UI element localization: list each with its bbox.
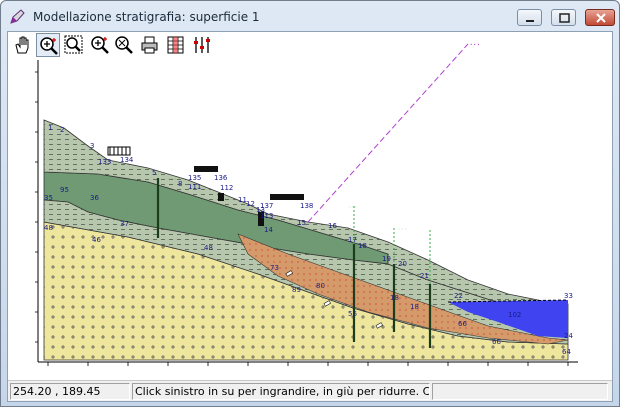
svg-text:2: 2 [60,126,64,134]
magnifier-plus-icon [40,37,58,55]
status-bar: 254.20 , 189.45 Click sinistro in su per… [8,380,612,401]
zoom-extents-button[interactable] [112,33,136,57]
zoom-window-button[interactable] [62,33,86,57]
svg-text:137: 137 [260,202,273,210]
pencil-icon [9,9,25,25]
svg-text:113: 113 [260,212,273,220]
svg-text:138: 138 [300,202,313,210]
magnifier-extents-icon [115,36,133,54]
svg-text:66: 66 [492,338,501,346]
svg-text:12: 12 [246,200,255,208]
stratigraphy-plot[interactable]: • • • 1 2 3 5 8 11 12 13 14 15 16 17 18 … [8,32,612,380]
slip-label: • • • [470,42,480,47]
svg-text:80: 80 [316,282,325,290]
svg-text:134: 134 [120,156,134,164]
status-extra-panel [432,383,608,400]
svg-text:18: 18 [390,294,399,302]
svg-text:95: 95 [60,186,69,194]
coordinates-readout: 254.20 , 189.45 [10,383,130,400]
svg-text:18: 18 [358,242,367,250]
svg-text:56: 56 [348,310,357,318]
maximize-button[interactable] [551,9,576,26]
window-title: Modellazione stratigrafia: superficie 1 [33,10,260,24]
svg-text:37: 37 [120,220,129,228]
svg-text:16: 16 [328,222,337,230]
svg-text:8: 8 [178,180,182,188]
svg-text:15: 15 [297,219,306,227]
svg-text:3: 3 [90,142,94,150]
svg-text:1: 1 [48,124,52,132]
svg-text:33: 33 [564,292,573,300]
svg-text:20: 20 [398,260,407,268]
slip-line [307,43,469,223]
svg-text:66: 66 [458,320,467,328]
svg-text:14: 14 [264,226,273,234]
sliders-icon [194,37,210,53]
svg-text:5: 5 [152,169,156,177]
svg-text:135: 135 [188,174,201,182]
printer-icon [141,36,158,54]
settings-button[interactable] [190,33,214,57]
print-button[interactable] [138,33,162,57]
pan-hand-button[interactable] [10,33,34,57]
svg-text:64: 64 [562,348,571,356]
zoom-in-button[interactable] [88,33,112,57]
svg-text:102: 102 [508,311,521,319]
svg-text:73: 73 [270,264,279,272]
app-window: Modellazione stratigrafia: superficie 1 [0,0,620,407]
svg-text:111: 111 [188,183,201,191]
svg-text:22: 22 [454,292,463,300]
svg-text:17: 17 [348,236,357,244]
close-icon [596,13,606,23]
zoom-in-tool-button[interactable] [36,33,60,57]
svg-text:89: 89 [292,286,301,294]
magnifier-plus-icon [91,36,109,54]
svg-text:46: 46 [92,236,101,244]
svg-text:18: 18 [410,303,419,311]
svg-text:35: 35 [44,194,53,202]
maximize-icon [559,13,570,23]
close-button[interactable] [585,9,615,26]
svg-text:36: 36 [90,194,99,202]
title-bar[interactable]: Modellazione stratigrafia: superficie 1 [1,1,619,31]
svg-text:19: 19 [382,255,391,263]
svg-text:21: 21 [420,272,429,280]
svg-text:◦ ◦ ◦: ◦ ◦ ◦ [398,227,406,231]
svg-text:◦ ◦: ◦ ◦ [126,209,131,213]
svg-text:48: 48 [204,244,213,252]
hand-icon [15,36,29,54]
minimize-button[interactable] [517,9,542,26]
svg-text:◦ ◦ ◦: ◦ ◦ ◦ [348,205,356,209]
svg-text:112: 112 [220,184,233,192]
minimize-icon [526,20,534,22]
status-hint: Click sinistro in su per ingrandire, in … [132,383,430,400]
layers-button[interactable] [164,33,188,57]
svg-text:136: 136 [214,174,228,182]
grid-icon [167,36,184,54]
svg-text:133: 133 [98,158,111,166]
svg-text:◦ ◦ ◦: ◦ ◦ ◦ [168,177,176,181]
drawing-area[interactable]: • • • 1 2 3 5 8 11 12 13 14 15 16 17 18 … [7,31,613,402]
magnifier-window-icon [64,35,83,54]
svg-text:48: 48 [44,224,53,232]
svg-text:24: 24 [564,332,573,340]
